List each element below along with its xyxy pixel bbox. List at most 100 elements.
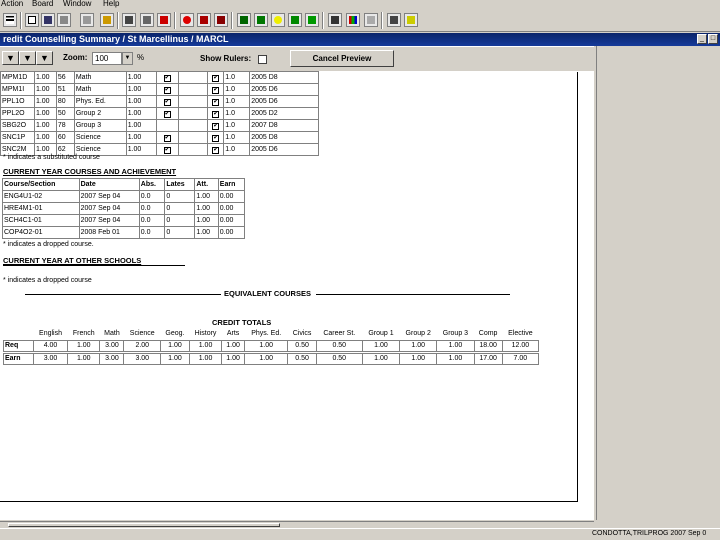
table-cell: 1.00 bbox=[125, 143, 157, 156]
table-cell: 7.00 bbox=[501, 350, 540, 365]
table-cell: ✔ bbox=[155, 131, 179, 144]
table-cell: 0 bbox=[164, 202, 196, 215]
flag-icon[interactable] bbox=[157, 13, 171, 27]
table-row: MPM1D 1.00 56 Math 1.00 ✔ ✔ 1.0 2005 D8 bbox=[0, 71, 319, 84]
table-cell: HRE4M1-01 bbox=[2, 202, 80, 215]
chart-icon[interactable] bbox=[237, 13, 251, 27]
people-icon[interactable] bbox=[197, 13, 211, 27]
row-label: Earn bbox=[3, 350, 34, 365]
preview-toolbar: ▼ ▼ ▼ Zoom: 100 ▼ % Show Rulers: Cancel … bbox=[0, 47, 594, 71]
table-cell: MPM1D bbox=[0, 71, 35, 84]
first-page-button[interactable]: ▼ bbox=[2, 51, 19, 65]
table-cell bbox=[177, 131, 209, 144]
checkbox-icon: ✔ bbox=[212, 74, 220, 82]
table-cell: 1.0 bbox=[223, 131, 251, 144]
previous-page-button[interactable]: ▼ bbox=[19, 51, 36, 65]
edit-icon[interactable] bbox=[25, 13, 39, 27]
table-cell: Group 2 bbox=[73, 107, 127, 120]
table-header-row: Course/Section Date Abs. Lates Att. Earn bbox=[2, 178, 246, 191]
table-cell: ✔ bbox=[207, 107, 225, 120]
table-cell: 1.00 bbox=[33, 71, 57, 84]
clipboard-icon[interactable] bbox=[100, 13, 114, 27]
table-row: SBG2O 1.00 78 Group 3 1.00 ✔ 1.0 2007 D8 bbox=[0, 119, 319, 132]
table-cell: ✔ bbox=[207, 143, 225, 156]
zoom-dropdown-icon[interactable]: ▼ bbox=[122, 52, 133, 65]
table-cell: ✔ bbox=[207, 119, 225, 132]
next-page-button[interactable]: ▼ bbox=[36, 51, 53, 65]
help-icon[interactable] bbox=[404, 13, 418, 27]
table-cell: 1.00 bbox=[125, 95, 157, 108]
table-cell: 1.00 bbox=[188, 350, 223, 365]
table-cell: 4.00 bbox=[32, 339, 69, 353]
menu-window[interactable]: Window bbox=[63, 0, 91, 8]
menu-action[interactable]: Action bbox=[1, 0, 23, 8]
menu-board[interactable]: Board bbox=[32, 0, 53, 8]
row-label: Req bbox=[3, 339, 34, 353]
lock-icon[interactable] bbox=[80, 13, 94, 27]
print-icon[interactable] bbox=[57, 13, 71, 27]
table-row: COP4O2-01 2008 Feb 01 0.0 0 1.00 0.00 bbox=[2, 226, 246, 239]
column-header: Course/Section bbox=[2, 178, 80, 191]
column-header: Science bbox=[129, 330, 155, 338]
table-row: ENG4U1-02 2007 Sep 04 0.0 0 1.00 0.00 bbox=[2, 190, 246, 203]
checkbox-icon: ✔ bbox=[163, 74, 171, 82]
column-header: French bbox=[72, 330, 95, 338]
table-cell: 2.00 bbox=[123, 339, 162, 353]
table-cell: 1.00 bbox=[33, 95, 57, 108]
document-icon[interactable] bbox=[364, 13, 378, 27]
table-cell: 1.0 bbox=[223, 71, 251, 84]
filter-icon[interactable] bbox=[288, 13, 302, 27]
checkbox-icon: ✔ bbox=[163, 110, 171, 118]
restore-icon[interactable]: □ bbox=[708, 34, 718, 44]
bar-chart-icon[interactable] bbox=[346, 13, 360, 27]
checkbox-icon: ✔ bbox=[212, 98, 220, 106]
graph-icon[interactable] bbox=[254, 13, 268, 27]
zoom-input[interactable]: 100 bbox=[92, 52, 122, 65]
save-icon[interactable] bbox=[41, 13, 55, 27]
ruler-icon[interactable] bbox=[328, 13, 342, 27]
table-cell: 3.00 bbox=[32, 350, 69, 365]
table-row: PPL2O 1.00 50 Group 2 1.00 ✔ ✔ 1.0 2005 D2 bbox=[0, 107, 319, 120]
credit-totals-table: English French Math Science Geog. History Arts… bbox=[3, 328, 540, 365]
minimize-icon[interactable]: _ bbox=[697, 34, 707, 44]
column-header: Group 2 bbox=[405, 330, 431, 338]
apple-icon[interactable] bbox=[180, 13, 194, 27]
column-header: Phys. Ed. bbox=[251, 330, 282, 338]
scroll-thumb[interactable] bbox=[8, 523, 280, 527]
checkbox-icon: ✔ bbox=[212, 110, 220, 118]
table-cell bbox=[177, 107, 209, 120]
cancel-preview-button[interactable]: Cancel Preview bbox=[290, 50, 394, 67]
table-cell: 1.00 bbox=[33, 107, 57, 120]
table-cell: ✔ bbox=[155, 83, 179, 96]
table-cell: 1.00 bbox=[125, 119, 157, 132]
table-cell: MPM1I bbox=[0, 83, 35, 96]
smiley-icon[interactable] bbox=[271, 13, 285, 27]
table-cell: 2005 D6 bbox=[249, 95, 319, 108]
column-header: Group 3 bbox=[442, 330, 469, 338]
checkbox-icon: ✔ bbox=[163, 86, 171, 94]
table-cell: 2005 D2 bbox=[249, 107, 319, 120]
horizontal-scrollbar[interactable] bbox=[0, 521, 594, 528]
print-preview-icon[interactable] bbox=[140, 13, 154, 27]
table-cell: 0 bbox=[164, 214, 196, 227]
list-icon[interactable] bbox=[3, 13, 17, 27]
table-cell: 1.00 bbox=[399, 350, 438, 365]
dropped-note: * indicates a dropped course. bbox=[3, 241, 94, 248]
group-icon[interactable] bbox=[214, 13, 228, 27]
table-cell bbox=[155, 119, 179, 132]
report-icon[interactable] bbox=[122, 13, 136, 27]
table-cell: COP4O2-01 bbox=[2, 226, 80, 239]
column-header: History bbox=[194, 330, 217, 338]
menu-help[interactable]: Help bbox=[103, 0, 119, 8]
table-cell bbox=[177, 83, 209, 96]
table-cell: ✔ bbox=[207, 95, 225, 108]
table-cell: 1.00 bbox=[125, 131, 157, 144]
edit-note-icon[interactable] bbox=[387, 13, 401, 27]
table-cell: 1.00 bbox=[243, 350, 289, 365]
table-cell: 0 bbox=[164, 190, 196, 203]
export-icon[interactable] bbox=[305, 13, 319, 27]
show-rulers-checkbox[interactable] bbox=[258, 55, 267, 64]
table-cell: 2005 D6 bbox=[249, 143, 319, 156]
column-header: Elective bbox=[508, 330, 533, 338]
credit-totals-heading: CREDIT TOTALS bbox=[212, 318, 272, 327]
